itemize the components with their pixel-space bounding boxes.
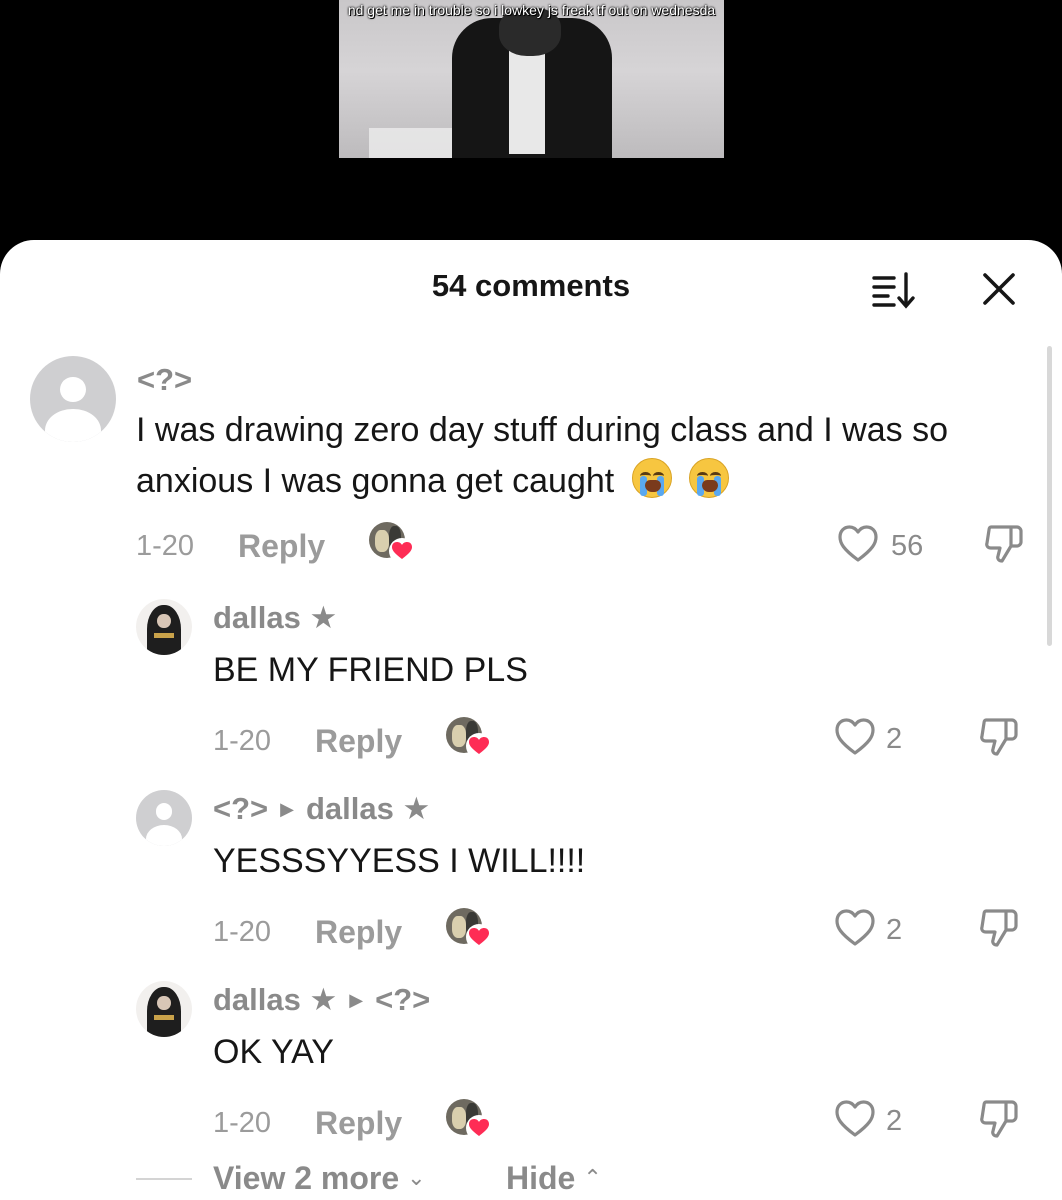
like-button[interactable]: 2 [834, 906, 914, 952]
hide-replies-button[interactable]: Hide ⌃ [506, 1160, 602, 1197]
reply-button[interactable]: Reply [315, 1105, 402, 1142]
avatar[interactable] [136, 790, 192, 846]
heart-icon [389, 538, 415, 564]
creator-liked-badge [369, 522, 415, 566]
thumbs-down-icon[interactable] [978, 717, 1018, 757]
reply-item: dallas ★ ▶ <?> OK YAY 1-20 Reply 2 [0, 977, 1040, 1157]
avatar[interactable] [30, 356, 116, 442]
video-player[interactable]: nd get me in trouble so i lowkey js frea… [0, 0, 1062, 240]
comment-date: 1-20 [213, 725, 272, 757]
creator-liked-badge [446, 1099, 492, 1143]
avatar[interactable] [136, 981, 192, 1037]
reply-button[interactable]: Reply [238, 528, 325, 565]
reply-button[interactable]: Reply [315, 723, 402, 760]
like-button[interactable]: 56 [837, 522, 937, 568]
video-frame: nd get me in trouble so i lowkey js frea… [339, 0, 724, 158]
like-count: 56 [891, 530, 924, 562]
creator-liked-badge [446, 717, 492, 761]
comment-meta: 1-20 Reply [213, 908, 1062, 958]
comment-username[interactable]: dallas ★ [213, 600, 337, 636]
sort-icon[interactable] [870, 270, 916, 310]
loudly-crying-face-icon [631, 458, 672, 498]
like-count: 2 [886, 914, 903, 946]
reply-arrow-icon: ▶ [349, 990, 364, 1010]
comment-text: BE MY FRIEND PLS [213, 651, 528, 689]
comment-username[interactable]: <?> [137, 362, 192, 398]
replies-controls: View 2 more ⌄ Hide ⌃ [0, 1156, 800, 1200]
like-button[interactable]: 2 [834, 715, 914, 761]
comment-date: 1-20 [213, 1107, 272, 1139]
chevron-down-icon: ⌄ [407, 1165, 426, 1190]
reply-item: dallas ★ BE MY FRIEND PLS 1-20 Reply 2 [0, 595, 1040, 775]
reply-item: <?> ▶ dallas ★ YESSSYYESS I WILL!!!! 1-20 … [0, 786, 1040, 966]
heart-icon [466, 924, 492, 950]
reply-to-username: <?> [375, 982, 431, 1017]
comment-meta: 1-20 Reply [213, 1099, 1062, 1149]
heart-outline-icon [838, 525, 878, 562]
creator-liked-badge [446, 908, 492, 952]
thumbs-down-icon[interactable] [978, 1099, 1018, 1139]
comment-item: <?> I was drawing zero day stuff during … [0, 352, 1040, 592]
comment-username[interactable]: <?> ▶ dallas ★ [213, 791, 430, 827]
comment-text: I was drawing zero day stuff during clas… [136, 411, 948, 500]
comment-date: 1-20 [213, 916, 272, 948]
like-button[interactable]: 2 [834, 1097, 914, 1143]
comments-sheet: 54 comments <?> I was drawing zero day s… [0, 240, 1062, 1200]
heart-icon [466, 1115, 492, 1141]
loudly-crying-face-icon [689, 458, 730, 498]
close-icon[interactable] [980, 270, 1018, 308]
comments-header: 54 comments [0, 240, 1062, 332]
view-more-replies-button[interactable]: View 2 more ⌄ [213, 1160, 426, 1197]
comment-username[interactable]: dallas ★ ▶ <?> [213, 982, 430, 1018]
like-count: 2 [886, 1105, 903, 1137]
thumbs-down-icon[interactable] [978, 908, 1018, 948]
video-floor [369, 128, 459, 158]
chevron-up-icon: ⌃ [583, 1165, 602, 1190]
comment-date: 1-20 [136, 530, 195, 562]
avatar[interactable] [136, 599, 192, 655]
heart-icon [466, 733, 492, 759]
reply-to-username: dallas ★ [306, 791, 431, 826]
comment-text: OK YAY [213, 1033, 334, 1071]
thumbs-down-icon[interactable] [983, 524, 1023, 564]
video-caption: nd get me in trouble so i lowkey js frea… [347, 2, 716, 18]
heart-outline-icon [835, 909, 875, 946]
heart-outline-icon [835, 718, 875, 755]
divider [136, 1178, 192, 1180]
heart-outline-icon [835, 1100, 875, 1137]
comment-meta: 1-20 Reply [213, 717, 1062, 767]
comment-text: YESSSYYESS I WILL!!!! [213, 842, 586, 880]
reply-arrow-icon: ▶ [280, 799, 294, 819]
reply-button[interactable]: Reply [315, 914, 402, 951]
like-count: 2 [886, 723, 903, 755]
scrollbar[interactable] [1047, 346, 1052, 646]
